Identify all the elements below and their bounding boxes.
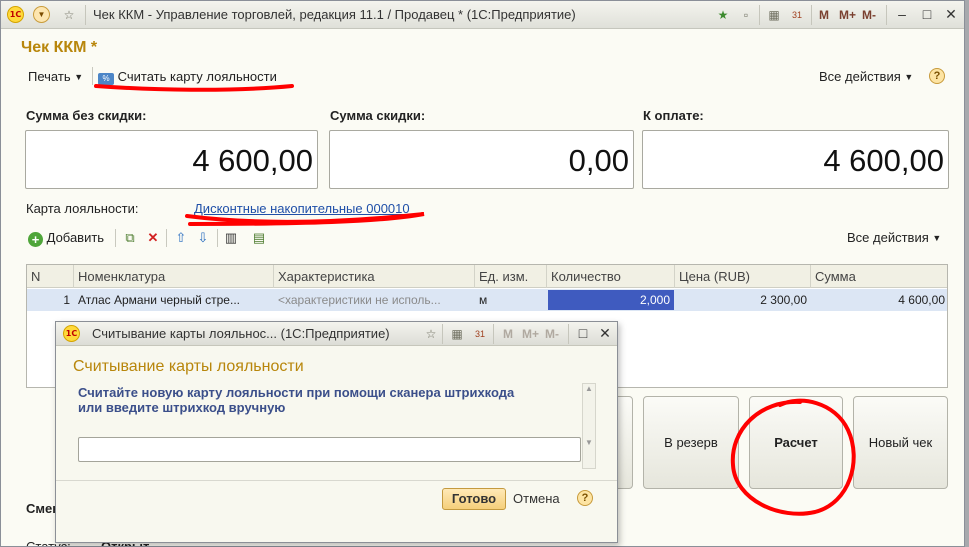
dialog-title-bar: 1C Считывание карты лояльнос... (1С:Пред… (56, 322, 617, 346)
separator (493, 324, 494, 344)
cancel-button[interactable]: Отмена (513, 491, 560, 506)
dialog-instruction: Считайте новую карту лояльности при помо… (78, 385, 515, 415)
column-header[interactable]: N (27, 265, 74, 288)
calculate-button[interactable]: Расчет (749, 396, 843, 489)
calculator-icon[interactable]: ▦ (766, 7, 782, 23)
sum-no-discount-value: 4 600,00 (25, 130, 318, 189)
table-all-actions-menu[interactable]: Все действия ▼ (847, 230, 941, 245)
chevron-down-icon: ▼ (932, 233, 942, 243)
read-loyalty-card-label: Считать карту лояльности (117, 69, 277, 84)
separator (85, 5, 86, 25)
row-characteristic[interactable]: <характеристики не исполь... (274, 289, 475, 311)
calendar-icon[interactable]: 31 (472, 326, 488, 342)
favorites-star-icon[interactable]: ★ (715, 7, 731, 23)
add-row-label: Добавить (46, 230, 105, 245)
column-header[interactable]: Ед. изм. (475, 265, 547, 288)
help-icon[interactable]: ? (577, 490, 593, 506)
discount-sum-value: 0,00 (329, 130, 634, 189)
reserve-button[interactable]: В резерв (643, 396, 739, 489)
separator (166, 229, 167, 247)
row-price[interactable]: 2 300,00 (675, 289, 811, 311)
table-row[interactable]: 1 Атлас Армани черный стре... <характери… (27, 289, 947, 311)
print-menu-label: Печать (28, 69, 71, 84)
1c-logo-icon[interactable]: 1C (63, 325, 80, 342)
move-up-icon[interactable]: ⇧ (173, 230, 189, 246)
print-menu[interactable]: Печать ▼ (28, 69, 83, 84)
form-title: Чек ККМ * (21, 39, 98, 56)
window-menu-icon[interactable]: ▼ (33, 6, 50, 23)
row-unit[interactable]: м (475, 289, 547, 311)
star-icon[interactable]: ☆ (423, 326, 439, 342)
read-loyalty-card-dialog: 1C Считывание карты лояльнос... (1С:Пред… (55, 321, 618, 543)
separator (115, 229, 116, 247)
done-button[interactable]: Готово (442, 488, 506, 510)
separator (811, 5, 812, 25)
close-icon[interactable]: ✕ (597, 326, 613, 342)
all-actions-label: Все действия (819, 69, 901, 84)
memory-m-button[interactable]: M (819, 8, 829, 22)
1c-logo-icon[interactable]: 1C (7, 6, 24, 23)
memory-mplus-button[interactable]: M+ (522, 327, 539, 341)
barcode-input[interactable] (78, 437, 581, 462)
read-loyalty-card-button[interactable]: % Считать карту лояльности (98, 69, 277, 85)
instruction-scrollbar[interactable]: ▲ ▼ (582, 383, 596, 469)
row-item[interactable]: Атлас Армани черный стре... (74, 289, 274, 311)
sum-no-discount-label: Сумма без скидки: (26, 108, 147, 123)
separator (886, 5, 887, 25)
row-quantity[interactable]: 2,000 (548, 290, 674, 310)
window-title: Чек ККМ - Управление торговлей, редакция… (93, 7, 576, 22)
column-header[interactable]: Характеристика (274, 265, 475, 288)
memory-mminus-button[interactable]: M- (545, 327, 559, 341)
divider (56, 480, 617, 481)
memory-mminus-button[interactable]: M- (862, 8, 876, 22)
loyalty-card-label: Карта лояльности: (26, 201, 139, 216)
minimize-icon[interactable]: ‒ (894, 7, 910, 23)
chevron-down-icon: ▼ (904, 72, 914, 82)
row-sum: 4 600,00 (898, 293, 945, 307)
calculator-icon[interactable]: ▦ (449, 326, 465, 342)
separator (442, 324, 443, 344)
chevron-down-icon: ▼ (74, 72, 84, 82)
dialog-heading: Считывание карты лояльности (73, 358, 304, 375)
dialog-window-title: Считывание карты лояльнос... (1С:Предпри… (92, 326, 390, 341)
move-down-icon[interactable]: ⇩ (195, 230, 211, 246)
separator (217, 229, 218, 247)
separator (759, 5, 760, 25)
copy-row-icon[interactable]: ⧉ (122, 230, 138, 246)
fill-table-icon[interactable]: ▤ (251, 230, 267, 246)
memory-mplus-button[interactable]: M+ (839, 8, 856, 22)
separator (92, 67, 93, 85)
discount-card-icon: % (98, 73, 114, 85)
memory-m-button[interactable]: M (503, 327, 513, 341)
new-receipt-button[interactable]: Новый чек (853, 396, 948, 489)
delete-icon[interactable]: ✕ (145, 230, 161, 246)
to-pay-value: 4 600,00 (642, 130, 949, 189)
table-header: N Номенклатура Характеристика Ед. изм. К… (27, 265, 947, 288)
maximize-icon[interactable]: □ (575, 326, 591, 342)
plus-icon: + (28, 232, 43, 247)
row-number: 1 (63, 293, 70, 307)
separator (568, 324, 569, 344)
calendar-icon[interactable]: 31 (789, 7, 805, 23)
title-bar: 1C ▼ ☆ Чек ККМ - Управление торговлей, р… (1, 1, 964, 29)
help-icon[interactable]: ? (929, 68, 945, 84)
page-icon[interactable]: ▫ (738, 7, 754, 23)
discount-sum-label: Сумма скидки: (330, 108, 426, 123)
star-icon[interactable]: ☆ (61, 7, 77, 23)
column-header[interactable]: Сумма (811, 265, 947, 288)
column-header[interactable]: Количество (547, 265, 675, 288)
to-pay-label: К оплате: (643, 108, 704, 123)
close-icon[interactable]: ✕ (943, 7, 959, 23)
add-row-button[interactable]: + Добавить (28, 230, 104, 247)
column-header[interactable]: Номенклатура (74, 265, 274, 288)
table-all-actions-label: Все действия (847, 230, 929, 245)
column-header[interactable]: Цена (RUB) (675, 265, 811, 288)
all-actions-menu[interactable]: Все действия ▼ (819, 69, 913, 84)
loyalty-card-link[interactable]: Дисконтные накопительные 000010 (194, 201, 410, 216)
maximize-icon[interactable]: □ (919, 7, 935, 23)
barcode-icon[interactable]: ▥ (223, 230, 239, 246)
